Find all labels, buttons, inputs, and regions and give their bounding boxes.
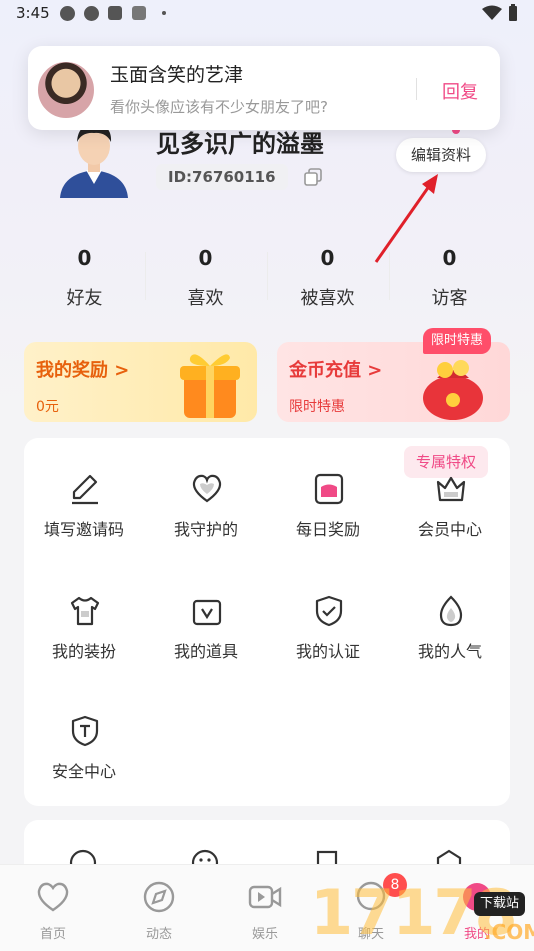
menu-label: 安全中心	[51, 762, 116, 781]
notification-divider	[416, 78, 417, 100]
wifi-icon	[482, 5, 502, 20]
user-id: ID:76760116	[156, 164, 288, 190]
heart-outline-icon	[37, 882, 69, 912]
app-notification-icon	[108, 6, 122, 20]
menu-label: 填写邀请码	[43, 520, 124, 539]
wallet-icon	[314, 473, 344, 505]
box-icon	[192, 599, 222, 626]
stat-label: 被喜欢	[300, 288, 355, 309]
status-time: 3:45	[16, 4, 50, 22]
shield-check-icon	[315, 595, 343, 627]
coin-recharge-card[interactable]: 金币充值 > 限时特惠 限时特惠	[277, 328, 510, 422]
compass-icon	[143, 881, 175, 913]
stat-liked-by[interactable]: 0 被喜欢	[267, 240, 388, 326]
app-notification-icon	[60, 6, 75, 21]
tab-entertainment[interactable]: 娱乐	[212, 865, 318, 951]
menu-label: 我的认证	[295, 642, 360, 661]
default-avatar-icon[interactable]	[56, 118, 132, 198]
watermark-tag: 下载站	[474, 892, 526, 916]
notification-message: 看你头像应该有不少女朋友了吧?	[110, 98, 328, 116]
more-notifications-dot	[162, 11, 166, 15]
menu-vip-center[interactable]: 会员中心	[390, 472, 510, 582]
menu-my-verification[interactable]: 我的认证	[268, 594, 388, 704]
menu-security-center[interactable]: 安全中心	[24, 714, 144, 824]
coin-title: 金币充值 >	[289, 360, 383, 381]
my-rewards-card[interactable]: 我的奖励 > 0元	[24, 342, 257, 422]
menu-my-outfit[interactable]: 我的装扮	[24, 594, 144, 704]
copy-icon[interactable]	[304, 168, 322, 186]
status-bar: 3:45	[0, 0, 534, 28]
shirt-icon	[70, 596, 100, 626]
stats-row: 0 好友 0 喜欢 0 被喜欢 0 访客	[24, 240, 510, 326]
gift-box-icon	[180, 354, 240, 418]
app-notification-icon	[84, 6, 99, 21]
rewards-title: 我的奖励 >	[36, 360, 130, 381]
app-notification-icon	[132, 6, 146, 20]
crown-icon	[436, 476, 466, 502]
site-watermark-logo: 17178 下载站 .COM	[306, 870, 534, 950]
stat-friends[interactable]: 0 好友	[24, 240, 145, 326]
menu-label: 我的人气	[417, 642, 482, 661]
stat-likes[interactable]: 0 喜欢	[145, 240, 266, 326]
notification-sender: 玉面含笑的艺津	[110, 64, 244, 86]
menu-label: 我的装扮	[51, 642, 116, 661]
watermark-domain: .COM	[484, 920, 534, 944]
coin-subtitle: 限时特惠	[289, 399, 345, 415]
stat-value: 0	[198, 246, 213, 270]
message-notification[interactable]: 玉面含笑的艺津 看你头像应该有不少女朋友了吧? 回复	[28, 46, 500, 130]
menu-label: 我的道具	[173, 642, 238, 661]
battery-icon	[509, 4, 517, 21]
shield-t-icon	[71, 715, 99, 747]
stat-value: 0	[320, 246, 335, 270]
stat-value: 0	[77, 246, 92, 270]
rewards-amount: 0元	[36, 399, 59, 415]
money-bag-icon	[423, 360, 483, 420]
menu-my-props[interactable]: 我的道具	[146, 594, 266, 704]
tab-moments[interactable]: 动态	[106, 865, 212, 951]
stat-label: 访客	[431, 288, 468, 309]
menu-my-popularity[interactable]: 我的人气	[390, 594, 510, 704]
pen-icon	[72, 474, 98, 505]
tab-label: 娱乐	[251, 927, 278, 942]
reply-button[interactable]: 回复	[442, 78, 478, 104]
stat-label: 喜欢	[187, 288, 224, 309]
limited-offer-badge: 限时特惠	[423, 328, 492, 354]
menu-label: 我守护的	[173, 520, 238, 539]
tab-label: 动态	[145, 927, 172, 942]
stat-value: 0	[442, 246, 457, 270]
menu-guarding[interactable]: 我守护的	[146, 472, 266, 582]
video-icon	[248, 885, 282, 909]
tab-label: 首页	[39, 927, 66, 942]
menu-label: 每日奖励	[295, 520, 360, 539]
stat-visitors[interactable]: 0 访客	[389, 240, 510, 326]
sender-avatar	[36, 60, 96, 120]
heart-icon	[192, 474, 222, 503]
edit-profile-button[interactable]: 编辑资料	[396, 138, 486, 172]
stat-label: 好友	[66, 288, 103, 309]
menu-label: 会员中心	[417, 520, 482, 539]
flame-icon	[439, 595, 463, 627]
menu-invite-code[interactable]: 填写邀请码	[24, 472, 144, 582]
menu-daily-reward[interactable]: 每日奖励	[268, 472, 388, 582]
tab-home[interactable]: 首页	[0, 865, 106, 951]
